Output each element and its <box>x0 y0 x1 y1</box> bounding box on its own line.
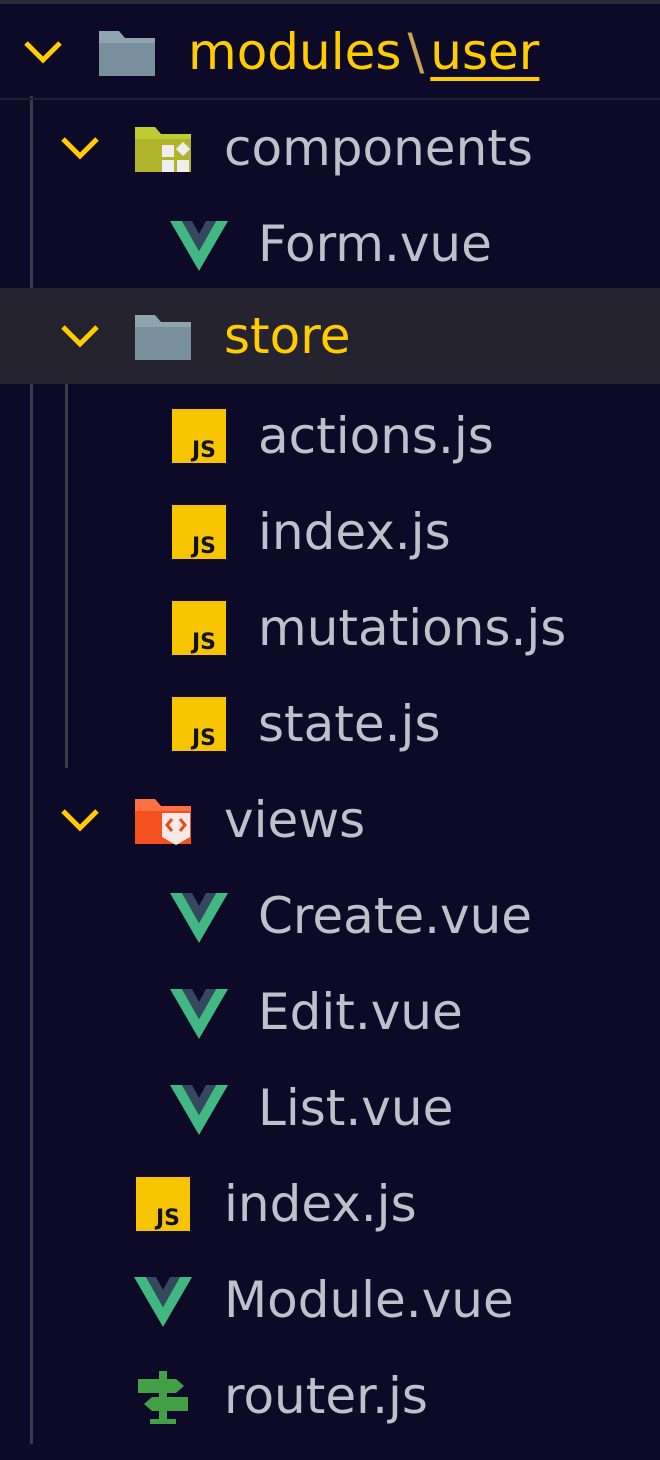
breadcrumb-segment-modules[interactable]: modules <box>188 23 401 81</box>
file-row-store-index-js[interactable]: JS index.js <box>0 484 660 580</box>
tree-item-label: actions.js <box>258 407 494 465</box>
js-icon: JS <box>136 1177 190 1231</box>
folder-row-components[interactable]: components <box>0 100 660 196</box>
folder-row-store[interactable]: store <box>0 288 660 384</box>
breadcrumb-segment-user[interactable]: user <box>430 23 539 81</box>
folder-icon <box>135 315 191 360</box>
tree-item-label: index.js <box>258 503 451 561</box>
file-row-form-vue[interactable]: Form.vue <box>0 196 660 292</box>
file-row-state-js[interactable]: JS state.js <box>0 676 660 772</box>
tree-item-label: Module.vue <box>224 1271 514 1329</box>
tree-item-label: index.js <box>224 1175 417 1233</box>
vue-icon <box>170 221 228 271</box>
tree-item-label: state.js <box>258 695 441 753</box>
js-icon: JS <box>172 409 226 463</box>
svg-text:JS: JS <box>190 534 216 559</box>
vue-icon <box>170 893 228 943</box>
chevron-down-icon[interactable] <box>57 797 103 843</box>
tree-item-label: mutations.js <box>258 599 567 657</box>
folder-icon <box>99 31 155 76</box>
components-folder-icon <box>135 127 191 172</box>
file-row-router-js[interactable]: router.js <box>0 1348 660 1444</box>
breadcrumb-separator: \ <box>407 23 425 81</box>
chevron-down-icon[interactable] <box>57 313 103 359</box>
folder-row-modules-user[interactable]: modules \ user <box>0 4 660 100</box>
tree-item-label: List.vue <box>258 1079 454 1137</box>
file-row-list-vue[interactable]: List.vue <box>0 1060 660 1156</box>
views-folder-icon <box>135 799 191 845</box>
js-icon: JS <box>172 697 226 751</box>
tree-item-label: views <box>224 791 366 849</box>
router-signpost-icon <box>138 1371 188 1424</box>
tree-item-label: components <box>224 119 533 177</box>
breadcrumb: modules \ user <box>188 4 539 100</box>
svg-text:JS: JS <box>190 630 216 655</box>
vue-icon <box>170 1085 228 1135</box>
vue-icon <box>134 1277 192 1327</box>
tree-item-label: Form.vue <box>258 215 492 273</box>
tree-item-label: Create.vue <box>258 887 533 945</box>
file-row-index-js[interactable]: JS index.js <box>0 1156 660 1252</box>
file-row-mutations-js[interactable]: JS mutations.js <box>0 580 660 676</box>
svg-text:JS: JS <box>190 438 216 463</box>
tree-item-label: store <box>224 307 351 365</box>
tree-item-label: Edit.vue <box>258 983 463 1041</box>
chevron-down-icon[interactable] <box>57 125 103 171</box>
svg-text:JS: JS <box>190 726 216 751</box>
file-row-create-vue[interactable]: Create.vue <box>0 868 660 964</box>
file-row-module-vue[interactable]: Module.vue <box>0 1252 660 1348</box>
vue-icon <box>170 989 228 1039</box>
js-icon: JS <box>172 601 226 655</box>
js-icon: JS <box>172 505 226 559</box>
chevron-down-icon[interactable] <box>20 29 66 75</box>
file-row-edit-vue[interactable]: Edit.vue <box>0 964 660 1060</box>
file-row-actions-js[interactable]: JS actions.js <box>0 388 660 484</box>
svg-text:JS: JS <box>154 1206 180 1231</box>
folder-row-views[interactable]: views <box>0 772 660 868</box>
tree-item-label: router.js <box>224 1367 428 1425</box>
